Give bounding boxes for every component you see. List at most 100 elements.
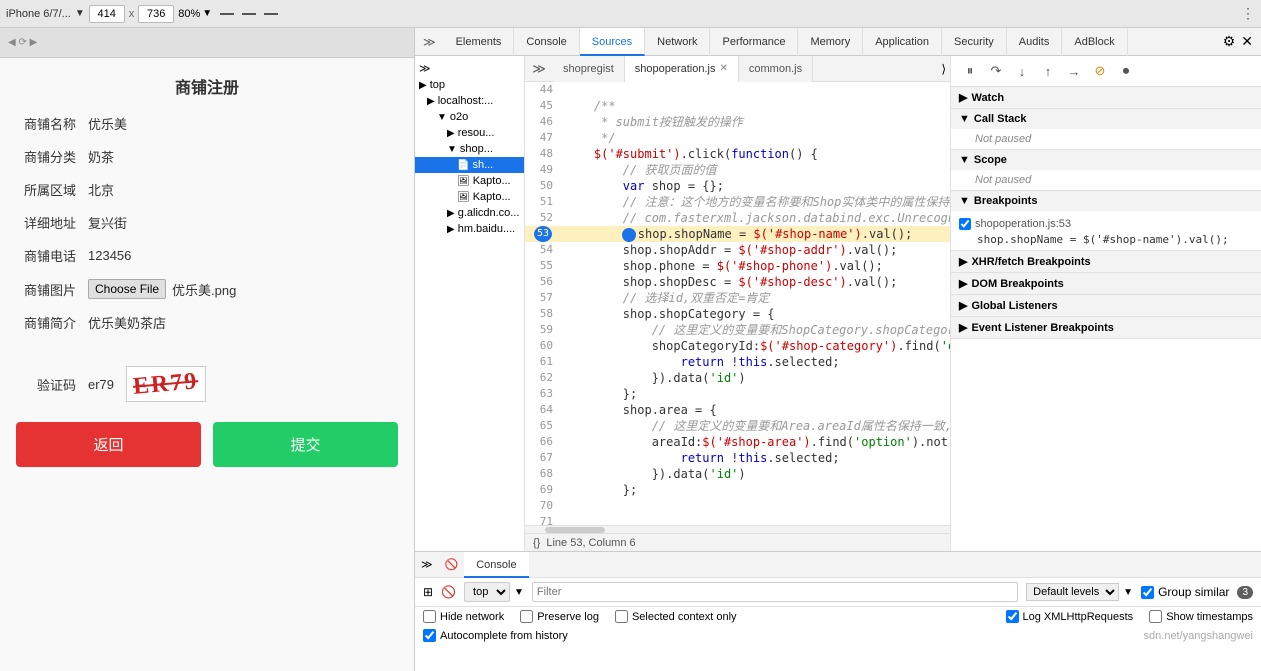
zoom-selector[interactable]: 80% ▼ xyxy=(178,8,212,20)
console-filter-input[interactable] xyxy=(532,582,1018,602)
filetree-kapto2[interactable]: 🖼 Kapto... xyxy=(415,189,524,205)
pause-btn[interactable]: ⏸ xyxy=(959,60,981,82)
tab-memory[interactable]: Memory xyxy=(798,28,863,56)
filetree-shop[interactable]: ▼ shop... xyxy=(415,141,524,157)
selected-context-checkbox[interactable] xyxy=(615,610,628,623)
line-content-63: }; xyxy=(561,386,637,402)
console-expand-icon[interactable]: ⊞ xyxy=(423,585,433,599)
disable-btn[interactable]: ⏺ xyxy=(1115,60,1137,82)
breakpoints-header[interactable]: ▼ Breakpoints xyxy=(951,191,1261,211)
tab-shopregist[interactable]: shopregist xyxy=(553,56,625,82)
tab-console-bottom[interactable]: Console xyxy=(464,552,528,578)
scope-header[interactable]: ▼ Scope xyxy=(951,150,1261,170)
context-dropdown-icon[interactable]: ▼ xyxy=(514,587,524,598)
line-content-55: shop.phone = $('#shop-phone').val(); xyxy=(561,258,883,274)
line-content-64: shop.area = { xyxy=(561,402,717,418)
devtools-expand-icon[interactable]: ≫ xyxy=(415,35,444,49)
line-content-61: return !this.selected; xyxy=(561,354,840,370)
tab-adblock[interactable]: AdBlock xyxy=(1062,28,1127,56)
code-line-44: 44 xyxy=(525,82,950,98)
code-line-45: 45 /** xyxy=(525,98,950,114)
levels-dropdown-icon: ▼ xyxy=(1123,587,1133,598)
global-section-header[interactable]: ▶ Global Listeners xyxy=(951,295,1261,317)
tab-application[interactable]: Application xyxy=(863,28,942,56)
width-input[interactable] xyxy=(89,5,125,23)
filetree-baidu[interactable]: ▶ hm.baidu.... xyxy=(415,221,524,237)
filetree-baidu-label: hm.baidu.... xyxy=(458,223,515,235)
console-block-icon[interactable]: 🚫 xyxy=(441,585,456,599)
call-stack-header[interactable]: ▼ Call Stack xyxy=(951,109,1261,129)
filetree-o2o[interactable]: ▼ o2o xyxy=(415,109,524,125)
event-section-header[interactable]: ▶ Event Listener Breakpoints xyxy=(951,317,1261,339)
filetree-resou[interactable]: ▶ resou... xyxy=(415,125,524,141)
tab-sources[interactable]: Sources xyxy=(580,28,645,56)
tab-performance[interactable]: Performance xyxy=(710,28,798,56)
value-phone: 123456 xyxy=(88,248,131,263)
log-xmlhttp-checkbox[interactable] xyxy=(1006,610,1019,623)
code-line-66: 66 areaId:$('#shop-area').find('option')… xyxy=(525,434,950,450)
deactivate-btn[interactable]: ⊘ xyxy=(1089,60,1111,82)
filetree-alicdn[interactable]: ▶ g.alicdn.co... xyxy=(415,205,524,221)
step-into-btn[interactable]: ↓ xyxy=(1011,60,1033,82)
device-name: iPhone 6/7/... xyxy=(6,8,71,20)
context-menu-icon[interactable]: ⋮ xyxy=(1241,5,1255,22)
console-context-select[interactable]: top xyxy=(464,582,510,602)
autocomplete-text: Autocomplete from history xyxy=(440,630,568,642)
close-devtools-icon[interactable]: ✕ xyxy=(1241,33,1253,50)
group-similar-text: Group similar xyxy=(1158,585,1229,599)
device-selector[interactable]: iPhone 6/7/... ▼ x xyxy=(6,5,174,23)
line-num-58: 58 xyxy=(525,306,561,322)
filetree-localhost-label: localhost:... xyxy=(438,95,494,107)
breakpoint-checkbox[interactable] xyxy=(959,218,971,230)
autocomplete-checkbox[interactable] xyxy=(423,629,436,642)
hide-network-checkbox[interactable] xyxy=(423,610,436,623)
preserve-log-checkbox[interactable] xyxy=(520,610,533,623)
log-levels-select[interactable]: Default levels xyxy=(1026,583,1119,601)
console-right-options: Log XMLHttpRequests Show timestamps xyxy=(1006,610,1253,623)
settings-icon[interactable]: ⚙ xyxy=(1223,33,1236,50)
code-area[interactable]: 44 45 /** 46 * submit按钮触发的操作 xyxy=(525,82,950,525)
step-btn[interactable]: → xyxy=(1063,60,1085,82)
line-content-56: shop.shopDesc = $('#shop-desc').val(); xyxy=(561,274,897,290)
dropdown-icon[interactable]: ▼ xyxy=(75,8,85,19)
line-content-50: var shop = {}; xyxy=(561,178,724,194)
tab-network[interactable]: Network xyxy=(645,28,710,56)
scrollbar-thumb[interactable] xyxy=(545,527,605,533)
filetree-kapto1[interactable]: 🖼 Kapto... xyxy=(415,173,524,189)
close-tab-icon[interactable]: ✕ xyxy=(720,63,728,74)
folder-open-icon: ▼ xyxy=(447,144,457,155)
show-timestamps-checkbox[interactable] xyxy=(1149,610,1162,623)
submit-button[interactable]: 提交 xyxy=(213,422,398,467)
filetree-more[interactable]: ≫ xyxy=(415,60,524,77)
tab-common[interactable]: common.js xyxy=(739,56,813,82)
dom-section-header[interactable]: ▶ DOM Breakpoints xyxy=(951,273,1261,295)
tab-shopoperation[interactable]: shopoperation.js ✕ xyxy=(625,56,739,82)
filetree-localhost[interactable]: ▶ localhost:... xyxy=(415,93,524,109)
tab-audits[interactable]: Audits xyxy=(1007,28,1063,56)
zoom-dropdown-icon[interactable]: ▼ xyxy=(202,8,212,19)
selected-context-label: Selected context only xyxy=(615,610,737,623)
back-button[interactable]: 返回 xyxy=(16,422,201,467)
line-num-65: 65 xyxy=(525,418,561,434)
height-input[interactable] xyxy=(138,5,174,23)
tab-security[interactable]: Security xyxy=(942,28,1007,56)
step-over-btn[interactable]: ↷ xyxy=(985,60,1007,82)
watch-label: Watch xyxy=(971,92,1004,104)
code-tab-collapse[interactable]: ⟩ xyxy=(941,62,950,76)
filetree-top[interactable]: ▶ top xyxy=(415,77,524,93)
watch-header[interactable]: ▶ Watch xyxy=(951,87,1261,108)
group-similar-checkbox[interactable] xyxy=(1141,586,1154,599)
tab-console[interactable]: Console xyxy=(514,28,579,56)
filetree-sh-file[interactable]: 📄 sh... xyxy=(415,157,524,173)
tab-elements[interactable]: Elements xyxy=(444,28,515,56)
console-clear-icon[interactable]: 🚫 xyxy=(439,558,465,571)
horizontal-scrollbar[interactable] xyxy=(525,525,950,533)
choose-file-button[interactable]: Choose File xyxy=(88,279,166,299)
step-out-btn[interactable]: ↑ xyxy=(1037,60,1059,82)
line-num-53: 53 xyxy=(534,226,552,242)
form-row-name: 商铺名称 优乐美 xyxy=(16,114,398,133)
tab-more-icon[interactable]: ≫ xyxy=(529,59,549,79)
console-more-icon[interactable]: ≫ xyxy=(415,558,439,571)
xhr-section-header[interactable]: ▶ XHR/fetch Breakpoints xyxy=(951,251,1261,273)
code-line-49: 49 // 获取页面的值 xyxy=(525,162,950,178)
